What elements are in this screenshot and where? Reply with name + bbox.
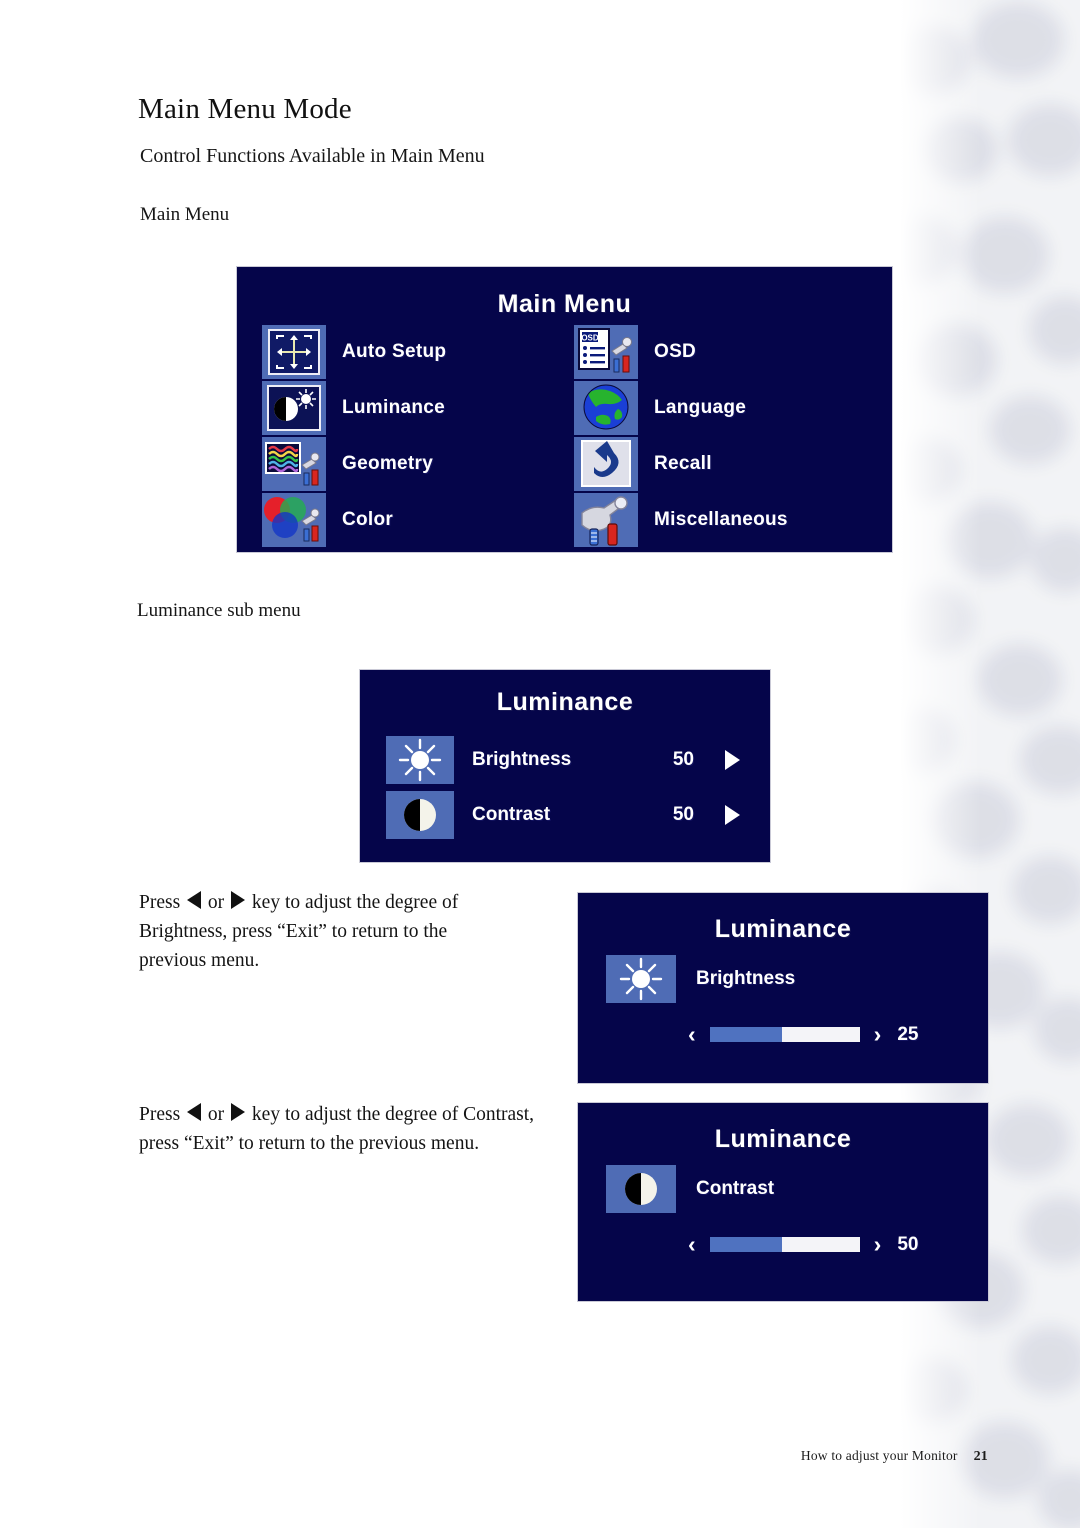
right-arrow-key-icon xyxy=(231,1103,246,1121)
osd-icon: OSD xyxy=(574,324,638,379)
left-arrow-key-icon xyxy=(187,1103,202,1121)
menu-label: OSD xyxy=(654,340,697,362)
paragraph-brightness-pre: Press xyxy=(139,892,186,913)
osd-brightness-adjust-title: Luminance xyxy=(714,915,852,943)
brightness-slider-track[interactable] xyxy=(709,1027,860,1042)
right-arrow-key-icon xyxy=(231,891,246,909)
paragraph-contrast-pre: Press xyxy=(139,1104,186,1125)
luminance-row-label: Brightness xyxy=(472,749,572,770)
chevron-left-icon[interactable]: ‹ xyxy=(688,1233,696,1256)
osd-luminance-title: Luminance xyxy=(496,688,634,716)
page-title: Main Menu Mode xyxy=(138,93,352,125)
menu-item-osd[interactable]: OSD OSD xyxy=(574,324,788,379)
contrast-slider-track[interactable] xyxy=(709,1237,860,1252)
menu-item-miscellaneous[interactable]: Miscellaneous xyxy=(574,492,788,547)
brightness-slider-row[interactable]: ‹ › 25 xyxy=(688,1023,918,1046)
luminance-row-label: Contrast xyxy=(472,804,551,825)
tools-icon xyxy=(574,492,638,547)
main-menu-right-column: OSD OSD Language Recall Miscellaneous xyxy=(574,324,788,548)
osd-contrast-adjust-panel: Luminance Contrast ‹ › 50 xyxy=(578,1103,988,1301)
geometry-icon xyxy=(262,436,326,491)
sun-icon xyxy=(606,955,676,1003)
contrast-slider-fill xyxy=(709,1237,782,1252)
sun-icon xyxy=(386,736,454,784)
menu-label: Language xyxy=(654,396,747,418)
brightness-adjust-label: Brightness xyxy=(696,968,796,989)
svg-text:OSD: OSD xyxy=(581,333,599,342)
contrast-adjust-item: Contrast xyxy=(606,1165,774,1213)
menu-item-auto-setup[interactable]: Auto Setup xyxy=(262,324,446,379)
paragraph-contrast: Press or key to adjust the degree of Con… xyxy=(139,1100,559,1158)
color-icon xyxy=(262,492,326,547)
right-arrow-icon[interactable] xyxy=(725,750,740,770)
footer-text: How to adjust your Monitor xyxy=(800,1448,958,1463)
menu-label: Miscellaneous xyxy=(654,508,788,530)
luminance-row-brightness[interactable]: Brightness 50 xyxy=(386,735,746,785)
menu-label: Color xyxy=(342,508,394,530)
footer: How to adjust your Monitor 21 xyxy=(801,1448,988,1465)
menu-item-language[interactable]: Language xyxy=(574,380,788,435)
luminance-icon xyxy=(262,380,326,435)
brightness-slider-fill xyxy=(709,1027,782,1042)
contrast-circle-icon xyxy=(606,1165,676,1213)
paragraph-contrast-mid: or xyxy=(203,1104,230,1125)
page-subtitle: Control Functions Available in Main Menu xyxy=(140,145,485,167)
luminance-row-value: 50 xyxy=(672,749,694,770)
menu-item-recall[interactable]: Recall xyxy=(574,436,788,491)
auto-setup-icon xyxy=(262,324,326,379)
paragraph-brightness-mid: or xyxy=(203,892,230,913)
menu-label: Recall xyxy=(654,452,712,474)
menu-item-color[interactable]: Color xyxy=(262,492,446,547)
luminance-row-contrast[interactable]: Contrast 50 xyxy=(386,790,746,840)
osd-brightness-adjust-panel: Luminance Brightness ‹ › 25 xyxy=(578,893,988,1083)
section-heading-main-menu: Main Menu xyxy=(140,204,230,225)
section-heading-luminance-sub-menu: Luminance sub menu xyxy=(137,600,301,621)
menu-label: Auto Setup xyxy=(342,340,447,362)
osd-main-menu-panel: Main Menu Auto Setup Luminance Geometry … xyxy=(237,267,892,552)
chevron-right-icon[interactable]: › xyxy=(874,1023,882,1046)
contrast-slider-row[interactable]: ‹ › 50 xyxy=(688,1233,918,1256)
contrast-adjust-label: Contrast xyxy=(696,1178,775,1199)
right-arrow-icon[interactable] xyxy=(725,805,740,825)
paragraph-brightness: Press or key to adjust the degree of Bri… xyxy=(139,888,519,975)
osd-luminance-list-panel: Luminance Brightness 50 Contrast 50 xyxy=(360,670,770,862)
menu-label: Geometry xyxy=(342,452,434,474)
recall-arrow-icon xyxy=(574,436,638,491)
left-arrow-key-icon xyxy=(187,891,202,909)
chevron-right-icon[interactable]: › xyxy=(874,1233,882,1256)
osd-main-menu-title: Main Menu xyxy=(497,290,632,318)
brightness-adjust-item: Brightness xyxy=(606,955,795,1003)
contrast-circle-icon xyxy=(386,791,454,839)
menu-item-geometry[interactable]: Geometry xyxy=(262,436,446,491)
page-number: 21 xyxy=(973,1449,988,1464)
brightness-value: 25 xyxy=(897,1023,919,1045)
chevron-left-icon[interactable]: ‹ xyxy=(688,1023,696,1046)
globe-icon xyxy=(574,380,638,435)
menu-label: Luminance xyxy=(342,396,445,418)
main-menu-left-column: Auto Setup Luminance Geometry Color xyxy=(262,324,446,548)
contrast-value: 50 xyxy=(897,1233,919,1255)
osd-contrast-adjust-title: Luminance xyxy=(714,1125,852,1153)
luminance-row-value: 50 xyxy=(672,804,694,825)
menu-item-luminance[interactable]: Luminance xyxy=(262,380,446,435)
